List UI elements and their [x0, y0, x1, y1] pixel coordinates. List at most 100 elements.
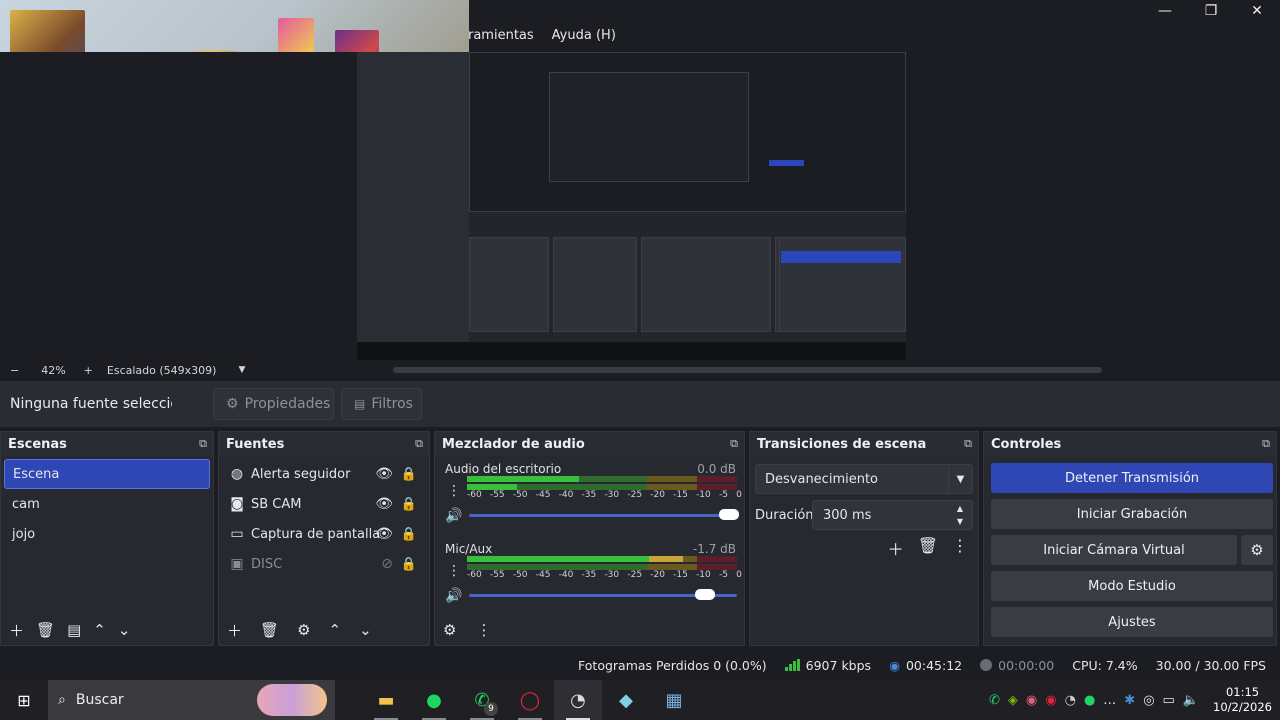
volume-slider-handle[interactable] [694, 589, 715, 600]
vpn-icon[interactable]: ◎ [1143, 693, 1154, 708]
source-item[interactable]: ▣ DISC ⊘ 🔒 [219, 549, 429, 579]
windows-start-icon[interactable]: ⊞ [0, 680, 48, 720]
nvidia-icon[interactable]: ◈ [1008, 693, 1018, 708]
chevron-down-icon[interactable]: ⌄ [118, 621, 131, 639]
undock-icon[interactable]: ⧉ [730, 437, 738, 451]
gear-icon[interactable]: ⚙ [1241, 535, 1273, 565]
trash-icon[interactable]: 🗑 [36, 621, 55, 639]
eye-icon[interactable]: 👁 [375, 496, 393, 512]
obs-icon[interactable]: ◔ [554, 680, 602, 720]
duration-spinner[interactable]: ▲ ▼ [948, 501, 972, 529]
opera-gx-icon[interactable]: ◉ [1045, 693, 1056, 708]
chevron-up-icon[interactable]: ⌃ [93, 621, 106, 639]
source-item[interactable]: ◙ SB CAM 👁 🔒 [219, 489, 429, 519]
more-icon[interactable]: ⋮ [447, 563, 461, 579]
stop-stream-button[interactable]: Detener Transmisión [991, 463, 1273, 493]
spotify-tray-icon[interactable]: ● [1084, 693, 1095, 708]
controls-title: Controles [991, 436, 1062, 452]
zoom-out-button[interactable]: − [10, 364, 19, 377]
virtual-camera-button[interactable]: Iniciar Cámara Virtual [991, 535, 1237, 565]
filter-icon[interactable]: ▤ [67, 621, 81, 639]
volume-slider[interactable] [469, 514, 737, 517]
trash-icon[interactable]: 🗑 [260, 621, 279, 639]
bluetooth-icon[interactable]: ✱ [1124, 693, 1135, 708]
preview-area[interactable] [0, 52, 1280, 360]
speaker-icon[interactable]: 🔊 [445, 588, 462, 604]
settings-button[interactable]: Ajustes [991, 607, 1273, 637]
undock-icon[interactable]: ⧉ [964, 437, 972, 451]
sources-dock: Fuentes ⧉ ◍ Alerta seguidor 👁 🔒 ◙ SB CAM… [218, 431, 430, 646]
add-icon[interactable]: ＋ [227, 620, 242, 641]
undock-icon[interactable]: ⧉ [199, 437, 207, 451]
opera-icon[interactable]: ◯ [506, 680, 554, 720]
overflow-icon[interactable]: … [1103, 693, 1116, 708]
filters-button[interactable]: ▤ Filtros [341, 388, 422, 420]
audio-mixer-dock: Mezclador de audio ⧉ Audio del escritori… [434, 431, 745, 646]
studio-mode-button[interactable]: Modo Estudio [991, 571, 1273, 601]
chevron-down-icon[interactable]: ⌄ [359, 621, 372, 639]
maximize-button[interactable]: ❐ [1188, 0, 1234, 22]
chevron-down-icon[interactable]: ▼ [948, 465, 972, 493]
more-icon[interactable]: ⋮ [476, 621, 491, 639]
undock-icon[interactable]: ⧉ [415, 437, 423, 451]
chevron-up-icon[interactable]: ⌃ [329, 621, 342, 639]
close-button[interactable]: ✕ [1234, 0, 1280, 22]
volume-slider-handle[interactable] [718, 509, 739, 520]
source-item[interactable]: ◍ Alerta seguidor 👁 🔒 [219, 459, 429, 489]
zoom-in-button[interactable]: + [84, 364, 93, 377]
system-tray: ✆ ◈ ◉ ◉ ◔ ● … ✱ ◎ ▭ 🔈 01:15 10/2/2026 [989, 680, 1280, 720]
source-name: SB CAM [251, 496, 302, 512]
transition-select[interactable]: Desvanecimiento ▼ [755, 464, 973, 494]
lock-icon[interactable]: 🔒 [401, 467, 417, 482]
notes-icon[interactable]: ◆ [602, 680, 650, 720]
more-icon[interactable]: ⋮ [447, 483, 461, 499]
file-explorer-icon[interactable]: ▬ [362, 680, 410, 720]
duration-input[interactable]: 300 ms ▲ ▼ [812, 500, 973, 530]
menu-item-herramientas[interactable]: ramientas [468, 28, 534, 43]
clock[interactable]: 01:15 10/2/2026 [1213, 685, 1272, 715]
no-source-label: Ninguna fuente seleccionada [10, 396, 172, 412]
eye-icon[interactable]: 👁 [375, 526, 393, 542]
lock-icon[interactable]: 🔒 [401, 557, 417, 572]
lock-icon[interactable]: 🔒 [401, 527, 417, 542]
menu-item-ayuda[interactable]: Ayuda (H) [552, 28, 616, 43]
undock-icon[interactable]: ⧉ [1262, 437, 1270, 451]
add-icon[interactable]: ＋ [888, 536, 904, 560]
advanced-audio-icon[interactable]: ⚙ [443, 621, 456, 639]
source-item[interactable]: ▭ Captura de pantalla 👁 🔒 [219, 519, 429, 549]
search-highlight-image [257, 684, 327, 716]
trash-icon[interactable]: 🗑 [918, 536, 938, 560]
monitor-icon: ▭ [230, 526, 244, 542]
obs-tray-icon[interactable]: ◔ [1065, 693, 1076, 708]
whatsapp-icon[interactable]: ✆ 9 [458, 680, 506, 720]
properties-label: Propiedades [244, 396, 331, 412]
network-icon[interactable]: ▭ [1163, 693, 1175, 708]
stream-time: 00:45:12 [905, 657, 963, 673]
whatsapp-tray-icon[interactable]: ✆ [989, 693, 1000, 708]
more-icon[interactable]: ⋮ [952, 536, 968, 560]
eye-icon[interactable]: 👁 [375, 466, 393, 482]
chevron-down-icon[interactable]: ▼ [238, 365, 245, 375]
signal-icon [784, 659, 800, 671]
taskbar-search[interactable]: ⌕ Buscar [48, 680, 335, 720]
minimize-button[interactable]: — [1142, 0, 1188, 22]
lock-icon[interactable]: 🔒 [401, 497, 417, 512]
transitions-dock: Transiciones de escena ⧉ Desvanecimiento… [749, 431, 979, 646]
scene-item[interactable]: Escena [4, 459, 210, 489]
spotify-icon[interactable]: ● [410, 680, 458, 720]
record-icon [980, 659, 993, 671]
add-icon[interactable]: ＋ [9, 620, 24, 641]
scene-item[interactable]: cam [4, 489, 210, 519]
scene-item[interactable]: jojo [4, 519, 210, 549]
broadcast-icon: ◉ [889, 657, 900, 673]
volume-icon[interactable]: 🔈 [1183, 693, 1199, 708]
preview-canvas[interactable] [357, 52, 906, 360]
eye-hidden-icon[interactable]: ⊘ [381, 556, 393, 572]
properties-button[interactable]: ⚙ Propiedades [213, 388, 334, 420]
start-recording-button[interactable]: Iniciar Grabación [991, 499, 1273, 529]
preview-scrollbar[interactable] [393, 367, 1102, 373]
calculator-icon[interactable]: ▦ [650, 680, 698, 720]
gear-icon[interactable]: ⚙ [297, 621, 310, 639]
tray-app-icon[interactable]: ◉ [1026, 693, 1037, 708]
speaker-icon[interactable]: 🔊 [445, 508, 462, 524]
